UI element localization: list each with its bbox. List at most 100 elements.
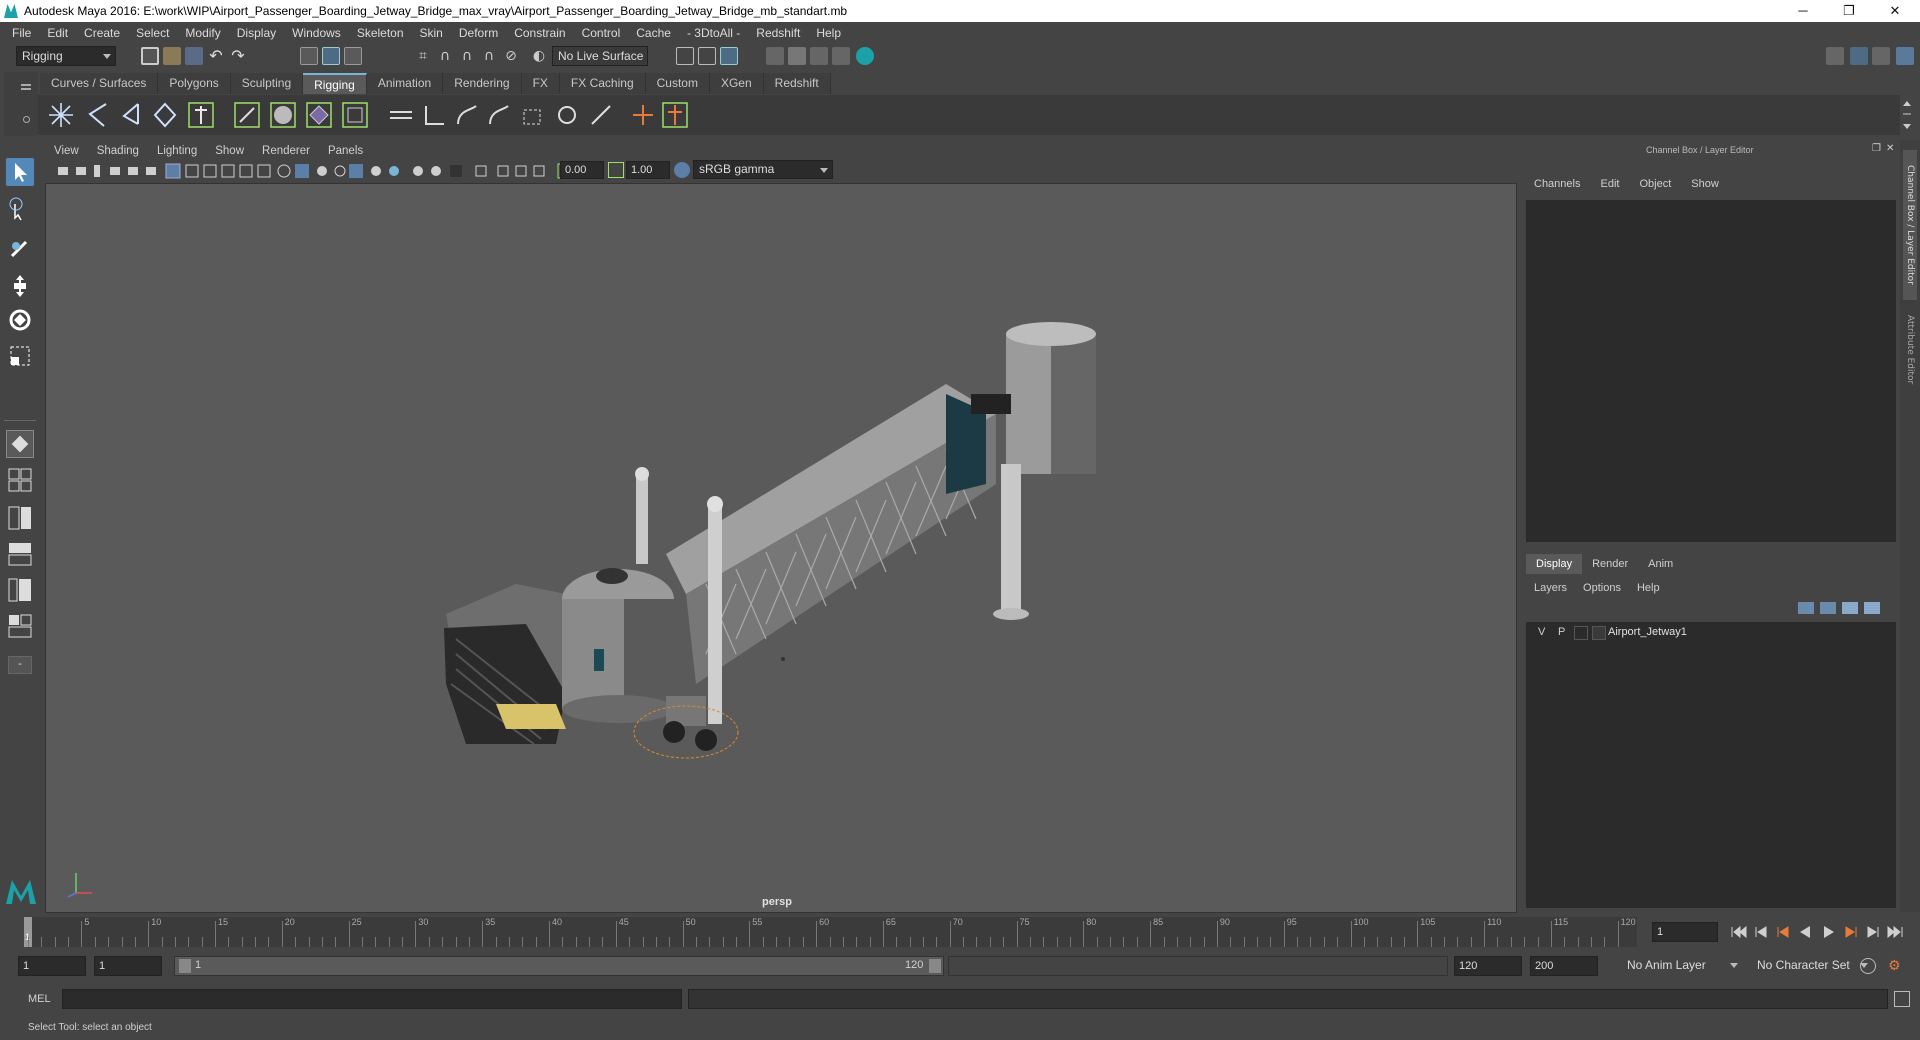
current-frame-field[interactable]: 1: [1652, 922, 1718, 942]
menu-file[interactable]: File: [4, 26, 39, 40]
command-language-label[interactable]: MEL: [28, 993, 51, 1005]
constraint-parent-icon[interactable]: [518, 100, 548, 130]
menu-skeleton[interactable]: Skeleton: [349, 26, 412, 40]
snap-grid-icon[interactable]: ⌗: [414, 47, 432, 65]
redo-icon[interactable]: ↷: [229, 47, 247, 65]
snap-surface-icon[interactable]: ⊘: [502, 47, 520, 65]
jetway-bridge-model[interactable]: [46, 184, 1516, 912]
side-by-side-layout-icon[interactable]: [6, 504, 34, 532]
tab-anim[interactable]: Anim: [1638, 554, 1683, 574]
menu-windows[interactable]: Windows: [284, 26, 349, 40]
menu-modify[interactable]: Modify: [177, 26, 228, 40]
side-tab-attribute-editor[interactable]: Attribute Editor: [1903, 308, 1917, 392]
tab-polygons[interactable]: Polygons: [158, 73, 231, 94]
viewport-menu-show[interactable]: Show: [206, 142, 253, 160]
animation-start-field[interactable]: 1: [18, 956, 86, 976]
constraint-scale-icon[interactable]: [484, 100, 514, 130]
menu-deform[interactable]: Deform: [451, 26, 506, 40]
viewport-menu-panels[interactable]: Panels: [319, 142, 372, 160]
move-tool-icon[interactable]: [6, 272, 34, 300]
edit-menu[interactable]: Edit: [1590, 178, 1629, 194]
ipr-render-icon[interactable]: [720, 47, 738, 65]
constraint-geometry-icon[interactable]: [552, 100, 582, 130]
mirror-joint-icon[interactable]: [116, 100, 146, 130]
animation-prefs-icon[interactable]: ⚙: [1888, 958, 1904, 974]
hypershade-icon[interactable]: [810, 47, 828, 65]
select-component-icon[interactable]: [344, 47, 362, 65]
menu-redshift[interactable]: Redshift: [748, 26, 808, 40]
persp-viewport[interactable]: persp: [45, 183, 1517, 913]
channels-menu[interactable]: Channels: [1522, 178, 1590, 194]
menu-constrain[interactable]: Constrain: [506, 26, 573, 40]
select-object-icon[interactable]: [322, 47, 340, 65]
render-view-icon[interactable]: [766, 47, 784, 65]
channel-box-toggle-icon[interactable]: [1896, 47, 1914, 65]
gamma-field[interactable]: 1.00: [626, 161, 670, 179]
render-current-icon[interactable]: [698, 47, 716, 65]
menu-3dtoall[interactable]: - 3DtoAll -: [679, 26, 748, 40]
layer-playback-toggle[interactable]: P: [1558, 626, 1565, 638]
playback-end-field[interactable]: 120: [1454, 956, 1522, 976]
render-sequence-icon[interactable]: [832, 47, 850, 65]
select-tool-icon[interactable]: [6, 158, 34, 186]
layers-menu[interactable]: Layers: [1526, 582, 1575, 598]
constraint-point-icon[interactable]: [386, 100, 416, 130]
viewport-menu-shading[interactable]: Shading: [88, 142, 148, 160]
tab-rendering[interactable]: Rendering: [443, 73, 522, 94]
open-scene-icon[interactable]: [163, 47, 181, 65]
scale-tool-icon[interactable]: [6, 342, 34, 370]
four-view-layout-icon[interactable]: [6, 466, 34, 494]
attribute-editor-toggle-icon[interactable]: [1872, 47, 1890, 65]
tab-render[interactable]: Render: [1582, 554, 1638, 574]
object-menu[interactable]: Object: [1629, 178, 1681, 194]
command-input[interactable]: [62, 989, 682, 1009]
menu-select[interactable]: Select: [128, 26, 177, 40]
range-slider[interactable]: 1 120: [174, 956, 944, 976]
tab-custom[interactable]: Custom: [645, 73, 710, 94]
restore-button[interactable]: ❐: [1826, 0, 1872, 22]
persp-outliner-layout-icon[interactable]: [6, 576, 34, 604]
time-slider[interactable]: 1 51015202530354045505560657075808590951…: [24, 917, 1637, 947]
help-menu[interactable]: Help: [1629, 582, 1668, 598]
menu-cache[interactable]: Cache: [628, 26, 679, 40]
color-management-icon[interactable]: [674, 162, 690, 178]
lattice-icon[interactable]: [340, 100, 370, 130]
live-surface-icon[interactable]: ◐: [530, 47, 548, 65]
constraint-orient-icon[interactable]: [452, 100, 482, 130]
workspace-icon[interactable]: [1826, 47, 1844, 65]
auto-key-icon[interactable]: [1860, 958, 1876, 974]
modeling-toolkit-icon[interactable]: [1850, 47, 1868, 65]
render-region-icon[interactable]: [676, 47, 694, 65]
tab-redshift[interactable]: Redshift: [763, 73, 831, 94]
cluster-icon[interactable]: [660, 100, 690, 130]
layer-type-toggle[interactable]: [1574, 626, 1588, 640]
anim-layer-dropdown[interactable]: No Anim Layer: [1622, 956, 1742, 976]
layout-options-button[interactable]: -: [8, 656, 32, 674]
tab-sculpting[interactable]: Sculpting: [230, 73, 304, 94]
layer-row[interactable]: V P Airport_Jetway1: [1530, 624, 1892, 642]
move-layer-up-icon[interactable]: [1798, 602, 1814, 614]
tab-xgen[interactable]: XGen: [709, 73, 764, 94]
outliner-layout-icon[interactable]: [6, 612, 34, 640]
options-menu[interactable]: Options: [1575, 582, 1629, 598]
playback-controls[interactable]: [1728, 922, 1914, 942]
move-layer-down-icon[interactable]: [1820, 602, 1836, 614]
menu-display[interactable]: Display: [229, 26, 284, 40]
tab-curves-surfaces[interactable]: Curves / Surfaces: [40, 73, 159, 94]
layer-visibility-toggle[interactable]: V: [1538, 626, 1545, 638]
menu-set-dropdown[interactable]: Rigging: [16, 46, 116, 66]
live-surface-field[interactable]: No Live Surface: [552, 46, 648, 66]
joint-tool-icon[interactable]: [46, 100, 76, 130]
close-window-button[interactable]: ✕: [1872, 0, 1918, 22]
show-menu[interactable]: Show: [1681, 178, 1729, 194]
float-panel-icon[interactable]: ❐: [1872, 143, 1881, 154]
undo-icon[interactable]: ↶: [207, 47, 225, 65]
menu-help[interactable]: Help: [808, 26, 849, 40]
range-start-handle[interactable]: [179, 959, 191, 973]
orient-joint-icon[interactable]: [150, 100, 180, 130]
constraint-pole-vector-icon[interactable]: [586, 100, 616, 130]
character-set-dropdown[interactable]: No Character Set: [1752, 956, 1872, 976]
menu-icon[interactable]: [21, 84, 31, 86]
paint-select-tool-icon[interactable]: [6, 234, 34, 262]
tab-display[interactable]: Display: [1526, 554, 1583, 574]
